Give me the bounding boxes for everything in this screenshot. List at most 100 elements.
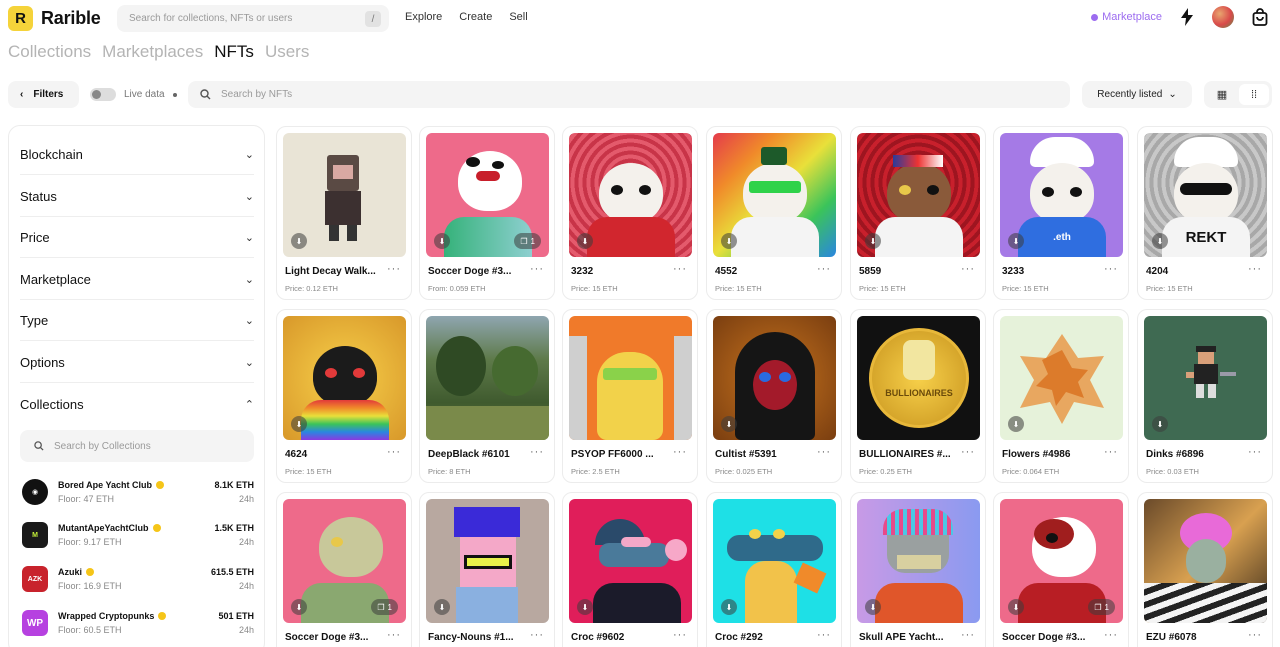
nft-card[interactable]: ⬇ 3232 ··· Price: 15 ETH [562,126,698,300]
facet-price[interactable]: Price ⌄ [20,217,254,258]
tab-collections[interactable]: Collections [8,42,91,62]
more-options-icon[interactable]: ··· [817,629,831,641]
more-options-icon[interactable]: ··· [387,263,401,275]
nft-card[interactable]: ⬇ Light Decay Walk... ··· Price: 0.12 ET… [276,126,412,300]
more-options-icon[interactable]: ··· [961,263,975,275]
lightning-icon[interactable] [1180,8,1194,26]
nft-card[interactable]: .eth ⬇ 3233 ··· Price: 15 ETH [993,126,1129,300]
facet-blockchain[interactable]: Blockchain ⌄ [20,134,254,175]
more-options-icon[interactable]: ··· [1104,263,1118,275]
nft-card[interactable]: ⬇ ❐ 1 Soccer Doge #3... ··· From: 0.059 E… [419,126,555,300]
facet-type[interactable]: Type ⌄ [20,300,254,341]
marketplace-link[interactable]: Marketplace [1091,11,1162,23]
cart-icon[interactable] [1252,8,1268,26]
bayc-logo-icon: ◉ [22,479,48,505]
collection-search-input[interactable]: Search by Collections [20,430,254,462]
chain-icon: ⬇ [1152,233,1168,249]
nft-card[interactable]: EZU #6078 ··· [1137,492,1273,647]
nft-card[interactable]: ⬇ ❐ 1 Soccer Doge #3... ··· [993,492,1129,647]
sort-dropdown[interactable]: Recently listed ⌄ [1082,81,1192,108]
more-options-icon[interactable]: ··· [530,629,544,641]
collection-item-cryptopunks[interactable]: WP Wrapped Cryptopunks Floor: 60.5 ETH 5… [20,607,254,641]
user-avatar[interactable] [1212,6,1234,28]
more-options-icon[interactable]: ··· [387,446,401,458]
filters-button[interactable]: ‹ Filters [8,81,79,108]
sort-label: Recently listed [1097,89,1163,100]
more-options-icon[interactable]: ··· [1248,446,1262,458]
nft-card[interactable]: ⬇ Skull APE Yacht... ··· [850,492,986,647]
nft-card[interactable]: ⬇ Dinks #6896 ··· Price: 0.03 ETH [1137,309,1273,483]
nft-card[interactable]: ⬇ Croc #9602 ··· [562,492,698,647]
more-options-icon[interactable]: ··· [961,446,975,458]
nft-price: Price: 0.025 ETH [715,467,773,476]
nft-price: Price: 15 ETH [1146,284,1193,293]
nft-card[interactable]: REKT ⬇ 4204 ··· Price: 15 ETH [1137,126,1273,300]
facet-status[interactable]: Status ⌄ [20,176,254,217]
more-options-icon[interactable]: ··· [1104,446,1118,458]
logo[interactable]: R Rarible [8,6,101,31]
more-options-icon[interactable]: ··· [961,629,975,641]
small-grid-icon[interactable]: ⁞⁞ [1239,84,1269,105]
edition-count: 1 [530,236,535,246]
collection-item-bayc[interactable]: ◉ Bored Ape Yacht Club Floor: 47 ETH 8.1… [20,476,254,510]
facet-label: Marketplace [20,271,91,287]
nft-title: 3233 [1002,266,1025,277]
more-options-icon[interactable]: ··· [817,263,831,275]
facet-options[interactable]: Options ⌄ [20,342,254,383]
tab-marketplaces[interactable]: Marketplaces [102,42,203,62]
live-data-toggle[interactable] [90,88,116,101]
nft-image: REKT ⬇ [1144,133,1267,257]
collection-name: MutantApeYachtClub [58,523,161,533]
nft-title: Skull APE Yacht... [859,632,944,643]
more-options-icon[interactable]: ··· [530,446,544,458]
filters-label: Filters [33,89,64,100]
more-options-icon[interactable]: ··· [673,629,687,641]
stack-icon: ❐ [520,236,528,246]
nft-card[interactable]: ⬇ 5859 ··· Price: 15 ETH [850,126,986,300]
nft-card[interactable]: BULLIONAIRES BULLIONAIRES #... ··· Price… [850,309,986,483]
facet-marketplace[interactable]: Marketplace ⌄ [20,259,254,300]
tab-nfts[interactable]: NFTs [214,42,254,62]
more-options-icon[interactable]: ··· [817,446,831,458]
nft-card[interactable]: ⬇ Fancy-Nouns #1... ··· [419,492,555,647]
collection-item-mayc[interactable]: M MutantApeYachtClub Floor: 9.17 ETH 1.5… [20,519,254,553]
nft-image [426,316,549,440]
nft-card[interactable]: PSYOP FF6000 ... ··· Price: 2.5 ETH [562,309,698,483]
more-options-icon[interactable]: ··· [673,446,687,458]
more-options-icon[interactable]: ··· [387,629,401,641]
more-options-icon[interactable]: ··· [1104,629,1118,641]
nft-card[interactable]: ⬇ 4624 ··· Price: 15 ETH [276,309,412,483]
edition-count: 1 [1104,602,1109,612]
nft-card[interactable]: ⬇ Flowers #4986 ··· Price: 0.064 ETH [993,309,1129,483]
nft-card[interactable]: ⬇ Cultist #5391 ··· Price: 0.025 ETH [706,309,842,483]
nft-price: Price: 8 ETH [428,467,471,476]
live-data-toggle-group: Live data [90,88,177,101]
nft-search-input[interactable]: Search by NFTs [188,81,1070,108]
more-options-icon[interactable]: ··· [1248,263,1262,275]
facet-collections[interactable]: Collections ⌃ [20,384,254,425]
global-search-input[interactable]: Search for collections, NFTs or users / [117,5,389,32]
top-nav: R Rarible Search for collections, NFTs o… [0,0,1280,38]
facet-label: Options [20,354,65,370]
nft-card[interactable]: ⬇ 4552 ··· Price: 15 ETH [706,126,842,300]
large-grid-icon[interactable]: ▦ [1207,84,1237,105]
nav-explore[interactable]: Explore [405,11,442,23]
nav-create[interactable]: Create [459,11,492,23]
chain-icon: ⬇ [1152,416,1168,432]
more-options-icon[interactable]: ··· [1248,629,1262,641]
chain-icon: ⬇ [434,599,450,615]
nft-card[interactable]: DeepBlack #6101 ··· Price: 8 ETH [419,309,555,483]
collection-search-placeholder: Search by Collections [54,440,151,452]
more-options-icon[interactable]: ··· [673,263,687,275]
nft-image: ⬇ [283,133,406,257]
nft-card[interactable]: ⬇ Croc #292 ··· [706,492,842,647]
facet-label: Status [20,188,57,204]
collection-item-azuki[interactable]: AZK Azuki Floor: 16.9 ETH 615.5 ETH 24h [20,563,254,597]
collection-name-text: MutantApeYachtClub [58,523,149,533]
nft-card[interactable]: ⬇ ❐ 1 Soccer Doge #3... ··· [276,492,412,647]
nav-sell[interactable]: Sell [509,11,527,23]
chain-icon: ⬇ [865,599,881,615]
collection-volume: 501 ETH [218,611,254,621]
tab-users[interactable]: Users [265,42,309,62]
more-options-icon[interactable]: ··· [530,263,544,275]
